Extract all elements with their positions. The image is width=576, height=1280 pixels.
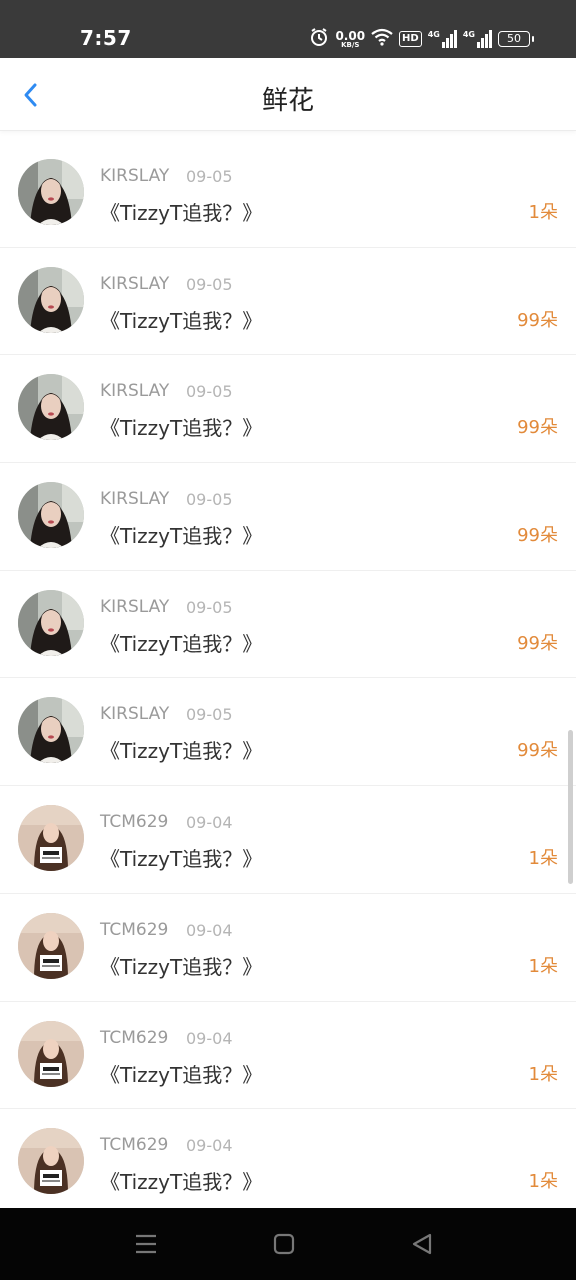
item-title: 《TizzyT追我？》 (100, 739, 263, 764)
menu-icon[interactable] (130, 1230, 162, 1258)
system-nav-bar (0, 1208, 576, 1280)
header: 鲜花 (0, 58, 576, 131)
home-square-icon[interactable] (268, 1230, 300, 1258)
net-speed-value: 0.00 (335, 28, 366, 43)
avatar[interactable] (18, 697, 84, 764)
list-item[interactable]: KIRSLAY 09-05 《TizzyT追我？》 99朵 (0, 571, 576, 679)
flower-amount: 99朵 (517, 417, 558, 439)
avatar[interactable] (18, 374, 84, 441)
sender-name: TCM629 (100, 1027, 169, 1048)
signal-bar (489, 30, 492, 48)
item-title: 《TizzyT追我？》 (100, 308, 263, 333)
list-item[interactable]: KIRSLAY 09-05 《TizzyT追我？》 1朵 (0, 140, 576, 248)
date: 09-05 (186, 382, 233, 402)
list-item[interactable]: KIRSLAY 09-05 《TizzyT追我？》 99朵 (0, 463, 576, 571)
status-bar: 7:57 0.00 KB/S HD 4G 4G 50 (0, 0, 576, 58)
net-speed-unit: KB/S (341, 40, 360, 49)
gift-list[interactable]: KIRSLAY 09-05 《TizzyT追我？》 1朵 KIRSLAY 09-… (0, 140, 576, 1208)
date: 09-05 (186, 597, 233, 617)
flower-amount: 1朵 (528, 202, 558, 223)
status-icons: 0.00 KB/S HD 4G 4G 50 (309, 26, 534, 52)
flower-amount: 1朵 (528, 848, 558, 870)
item-title: 《TizzyT追我？》 (100, 631, 263, 656)
list-item[interactable]: TCM629 09-04 《TizzyT追我？》 1朵 (0, 786, 576, 894)
flower-amount: 99朵 (517, 309, 558, 331)
item-title: 《TizzyT追我？》 (100, 201, 263, 225)
back-triangle-icon[interactable] (406, 1230, 438, 1258)
signal-bar (485, 34, 488, 48)
wifi-icon (371, 28, 393, 50)
item-title: 《TizzyT追我？》 (100, 847, 263, 872)
scrollbar[interactable] (568, 730, 573, 884)
sender-name: KIRSLAY (100, 273, 170, 294)
item-title: 《TizzyT追我？》 (100, 1062, 263, 1087)
list-item[interactable]: TCM629 09-04 《TizzyT追我？》 1朵 (0, 894, 576, 1002)
list-item[interactable]: KIRSLAY 09-05 《TizzyT追我？》 99朵 (0, 678, 576, 787)
network-type-1: 4G (427, 30, 440, 39)
sender-name: TCM629 (100, 1135, 169, 1156)
list-item[interactable]: TCM629 09-04 《TizzyT追我？》 1朵 (0, 1002, 576, 1110)
avatar[interactable] (18, 482, 84, 549)
item-title: 《TizzyT追我？》 (100, 1170, 263, 1195)
date: 09-05 (186, 274, 233, 294)
item-title: 《TizzyT追我？》 (100, 524, 263, 549)
signal-bar (445, 38, 449, 48)
signal-bar (481, 38, 484, 48)
list-item[interactable]: KIRSLAY 09-05 《TizzyT追我？》 99朵 (0, 248, 576, 356)
avatar[interactable] (18, 805, 84, 872)
network-type-2: 4G (462, 30, 475, 39)
battery-icon: 50 (498, 31, 534, 47)
date: 09-05 (186, 705, 233, 725)
sender-name: KIRSLAY (100, 381, 170, 402)
avatar[interactable] (18, 912, 84, 979)
date: 09-05 (186, 490, 233, 510)
flower-amount: 99朵 (517, 525, 558, 547)
sender-name: KIRSLAY (100, 166, 170, 186)
alarm-icon (309, 27, 329, 51)
signal-bar (441, 42, 445, 48)
page-title: 鲜花 (261, 86, 314, 116)
avatar[interactable] (18, 589, 84, 656)
list-item[interactable]: KIRSLAY 09-05 《TizzyT追我？》 99朵 (0, 355, 576, 464)
avatar[interactable] (18, 266, 84, 333)
hd-badge: HD (399, 31, 422, 47)
flower-amount: 99朵 (517, 632, 558, 654)
flower-amount: 1朵 (528, 1063, 558, 1085)
sender-name: KIRSLAY (100, 704, 170, 725)
sender-name: KIRSLAY (100, 489, 170, 510)
flower-amount: 1朵 (528, 1171, 558, 1193)
flower-amount: 99朵 (517, 740, 558, 762)
signal-2: 4G (463, 30, 492, 48)
signal-1: 4G (428, 30, 457, 48)
net-speed: 0.00 KB/S (335, 30, 365, 49)
avatar[interactable] (18, 1020, 84, 1087)
signal-bar (449, 34, 453, 48)
date: 09-05 (186, 167, 233, 186)
date: 09-04 (186, 813, 233, 833)
avatar[interactable] (18, 1128, 84, 1195)
date: 09-04 (186, 920, 233, 940)
sender-name: TCM629 (100, 812, 169, 833)
item-title: 《TizzyT追我？》 (100, 954, 263, 979)
sender-name: KIRSLAY (100, 596, 170, 617)
status-time: 7:57 (80, 26, 132, 50)
flower-amount: 1朵 (528, 955, 558, 977)
signal-bar (477, 42, 480, 48)
list-item[interactable]: TCM629 09-04 《TizzyT追我？》 1朵 (0, 1109, 576, 1208)
date: 09-04 (186, 1136, 233, 1156)
date: 09-04 (186, 1028, 233, 1048)
item-title: 《TizzyT追我？》 (100, 416, 263, 441)
avatar[interactable] (18, 159, 84, 225)
signal-bar (453, 30, 457, 48)
sender-name: TCM629 (100, 919, 169, 940)
